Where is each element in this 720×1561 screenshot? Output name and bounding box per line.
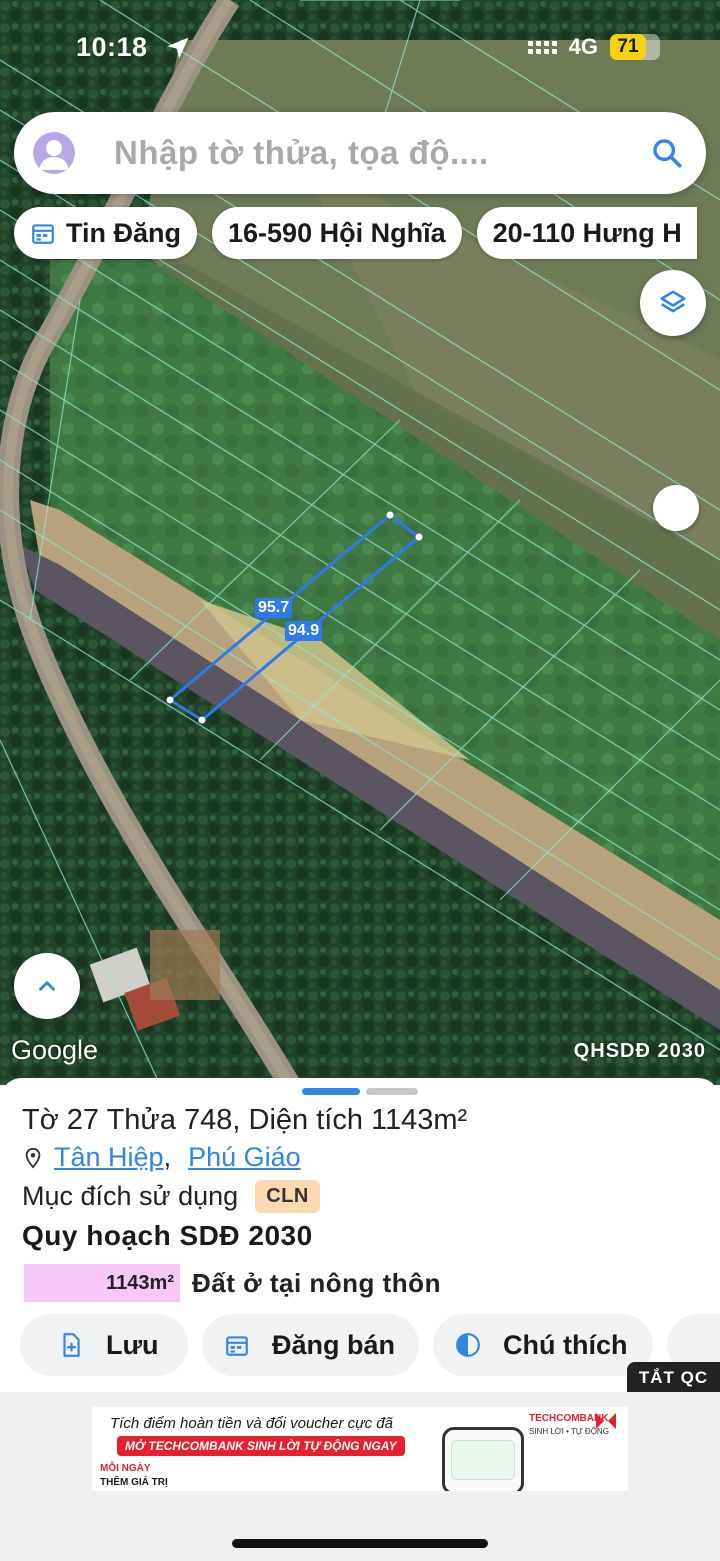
location-arrow-icon [167, 37, 189, 59]
parcel-location: Tân Hiệp , Phú Giáo [22, 1142, 301, 1173]
ad-area: Tích điểm hoàn tiền và đổi voucher cực đ… [0, 1392, 720, 1561]
user-avatar-icon [39, 140, 69, 170]
post-sale-label: Đăng bán [272, 1329, 396, 1360]
edge-length-label: 95.7 [255, 598, 293, 618]
signal-icon [527, 40, 557, 54]
plan-area-row: 1143m² Đất ở tại nông thôn [24, 1264, 441, 1302]
layers-button[interactable] [640, 270, 706, 336]
contrast-icon [456, 1333, 480, 1357]
chip-recent-search[interactable]: 20-110 Hưng H [476, 207, 697, 259]
hide-ads-button[interactable]: TẮT QC [627, 1362, 720, 1393]
home-indicator[interactable] [232, 1539, 488, 1548]
calendar-icon [226, 1336, 248, 1356]
parcel-title: Tờ 27 Thửa 748, Diện tích 1143m² [22, 1104, 468, 1136]
ad-cta: MỞ TECHCOMBANK SINH LỜI TỰ ĐỘNG NGAY [117, 1436, 405, 1456]
search-input[interactable]: Nhập tờ thửa, tọa độ.... [114, 134, 489, 172]
status-indicators: 4G 71 [527, 34, 660, 60]
battery-percent: 71 [617, 36, 639, 57]
chip-recent-search[interactable]: 16-590 Hội Nghĩa [212, 207, 462, 259]
network-type: 4G [568, 34, 598, 59]
status-time: 10:18 [76, 32, 148, 62]
plan-layer-label: QHSDĐ 2030 [573, 1040, 706, 1062]
google-attribution: Google [11, 1035, 99, 1065]
battery-icon: 71 [610, 34, 660, 60]
plan-title: Quy hoạch SDĐ 2030 [22, 1220, 313, 1251]
district-link[interactable]: Phú Giáo [188, 1142, 301, 1173]
action-buttons: Lưu Đăng bán Chú thích [20, 1314, 720, 1376]
ward-link[interactable]: Tân Hiệp [54, 1142, 164, 1173]
legend-label: Chú thích [503, 1329, 628, 1360]
chip-tin-dang[interactable]: Tin Đăng [14, 207, 198, 259]
chip-label: 20-110 Hưng H [492, 217, 682, 248]
ad-headline: Tích điểm hoàn tiền và đổi voucher cực đ… [110, 1415, 393, 1432]
parcel-info-sheet: Tờ 27 Thửa 748, Diện tích 1143m² Tân Hiệ… [0, 1078, 720, 1392]
location-pin-icon [25, 1147, 41, 1169]
land-use-label: Mục đích sử dụng [22, 1181, 239, 1211]
land-use-row: Mục đích sử dụng CLN [22, 1180, 320, 1213]
chip-label: Tin Đăng [66, 217, 182, 248]
quick-chips: Tin Đăng 16-590 Hội Nghĩa 20-110 Hưng H [14, 207, 697, 259]
techcombank-logo-icon [596, 1413, 616, 1429]
sheet-page-indicator[interactable] [302, 1088, 418, 1095]
land-use-badge: CLN [255, 1180, 320, 1213]
layers-icon [660, 290, 686, 313]
expand-sheet-button[interactable] [14, 953, 80, 1019]
search-bar[interactable]: Nhập tờ thửa, tọa độ.... [14, 112, 706, 194]
plan-use-label: Đất ở tại nông thôn [192, 1267, 441, 1298]
save-button[interactable]: Lưu [20, 1314, 188, 1376]
avatar[interactable] [33, 132, 75, 174]
ad-tagline-2: THÊM GIÁ TRỊ [100, 1477, 168, 1488]
ad-phone-image [442, 1427, 524, 1491]
add-file-icon [63, 1333, 80, 1357]
ad-tagline-1: MỖI NGÀY [100, 1463, 151, 1474]
map-handle-button[interactable] [653, 485, 699, 531]
chip-label: 16-590 Hội Nghĩa [228, 217, 446, 248]
ad-banner[interactable]: Tích điểm hoàn tiền và đổi voucher cực đ… [92, 1407, 628, 1491]
search-icon[interactable] [650, 136, 684, 170]
location-separator: , [163, 1142, 172, 1172]
legend-button[interactable]: Chú thích [433, 1314, 653, 1376]
plan-area-swatch: 1143m² [24, 1264, 180, 1302]
post-sale-button[interactable]: Đăng bán [202, 1314, 419, 1376]
calendar-icon [32, 224, 54, 244]
chevron-up-icon [39, 981, 55, 991]
satellite-map[interactable]: 10:18 4G 71 Nhập tờ thửa, tọa độ.... Tin… [0, 0, 720, 1085]
save-button-label: Lưu [106, 1329, 159, 1360]
edge-length-label: 94.9 [285, 621, 323, 641]
